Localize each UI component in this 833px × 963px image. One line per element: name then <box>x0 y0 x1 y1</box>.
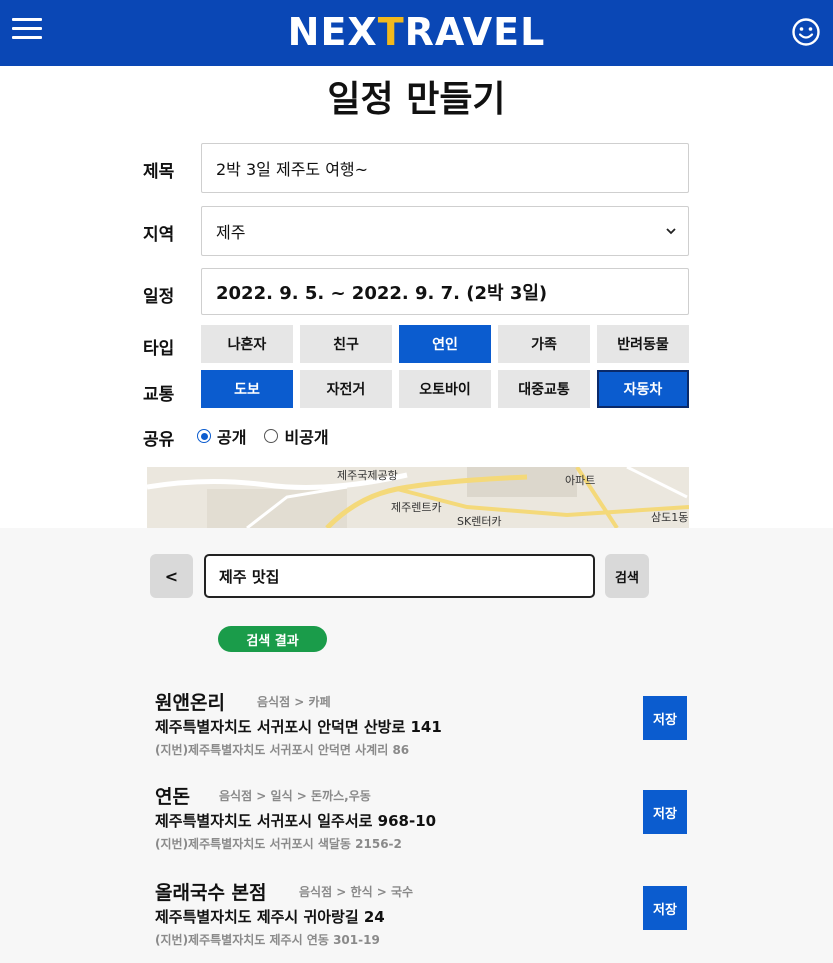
transport-options: 도보 자전거 오토바이 대중교통 자동차 <box>201 370 689 408</box>
share-public-label: 공개 <box>217 428 247 447</box>
result-category: 음식점 > 일식 > 돈까스,우동 <box>219 789 371 803</box>
save-button[interactable]: 저장 <box>643 886 687 930</box>
result-jibun-address: (지번)제주특별자치도 제주시 연동 301-19 <box>155 933 380 947</box>
map-label-airport: 제주국제공항 <box>337 469 398 482</box>
map-label-rentcar: 제주렌트카 <box>391 501 442 514</box>
result-item[interactable]: 연돈 음식점 > 일식 > 돈까스,우동 제주특별자치도 서귀포시 일주서로 9… <box>155 782 695 852</box>
type-option-family[interactable]: 가족 <box>498 325 590 363</box>
map-view[interactable]: 제주국제공항 제주렌트카 SK렌터카 아파트 삼도1동 <box>147 467 689 528</box>
title-input-value: 2박 3일 제주도 여행~ <box>216 160 369 179</box>
share-label: 공유 <box>143 430 175 450</box>
result-category: 음식점 > 한식 > 국수 <box>299 885 414 899</box>
type-option-couple[interactable]: 연인 <box>399 325 491 363</box>
result-address: 제주특별자치도 제주시 귀아랑길 24 <box>155 908 385 926</box>
chevron-down-icon <box>666 228 676 235</box>
schedule-date-value: 2022. 9. 5. ~ 2022. 9. 7. (2박 3일) <box>216 282 548 304</box>
logo-text-accent: T <box>377 10 405 54</box>
share-private-label: 비공개 <box>284 428 329 447</box>
transport-label: 교통 <box>143 385 175 405</box>
place-search-panel: < 검색 검색 결과 원앤온리 음식점 > 카페 제주특별자치도 서귀포시 안덕… <box>0 528 833 963</box>
result-name: 올래국수 본점 <box>155 882 267 904</box>
app-logo[interactable]: NEXTRAVEL <box>0 10 833 54</box>
schedule-date-input[interactable]: 2022. 9. 5. ~ 2022. 9. 7. (2박 3일) <box>201 268 689 315</box>
title-label: 제목 <box>143 162 175 182</box>
title-input[interactable]: 2박 3일 제주도 여행~ <box>201 143 689 193</box>
schedule-label: 일정 <box>143 287 175 307</box>
map-roads <box>147 467 689 528</box>
logo-text-rest: RAVEL <box>404 10 546 54</box>
type-option-solo[interactable]: 나혼자 <box>201 325 293 363</box>
map-label-apartment: 아파트 <box>565 474 596 487</box>
save-button[interactable]: 저장 <box>643 790 687 834</box>
type-option-pet[interactable]: 반려동물 <box>597 325 689 363</box>
search-button[interactable]: 검색 <box>605 554 649 598</box>
search-input[interactable] <box>204 554 595 598</box>
transport-option-bicycle[interactable]: 자전거 <box>300 370 392 408</box>
region-select-value: 제주 <box>216 223 246 242</box>
transport-option-walk[interactable]: 도보 <box>201 370 293 408</box>
app-header: NEXTRAVEL <box>0 0 833 66</box>
map-label-samdo: 삼도1동 <box>651 511 689 524</box>
map-label-sk: SK렌터카 <box>457 515 502 528</box>
result-name: 원앤온리 <box>155 692 225 714</box>
result-jibun-address: (지번)제주특별자치도 서귀포시 안덕면 사계리 86 <box>155 743 410 757</box>
page-title: 일정 만들기 <box>327 79 506 120</box>
region-select[interactable]: 제주 <box>201 206 689 256</box>
transport-option-motorbike[interactable]: 오토바이 <box>399 370 491 408</box>
transport-option-car[interactable]: 자동차 <box>597 370 689 408</box>
result-item[interactable]: 올래국수 본점 음식점 > 한식 > 국수 제주특별자치도 제주시 귀아랑길 2… <box>155 878 695 948</box>
logo-text-main: NEX <box>287 10 378 54</box>
share-options: 공개 비공개 <box>197 424 329 448</box>
result-address: 제주특별자치도 서귀포시 안덕면 산방로 141 <box>155 718 442 736</box>
save-button[interactable]: 저장 <box>643 696 687 740</box>
transport-option-public[interactable]: 대중교통 <box>498 370 590 408</box>
type-option-friend[interactable]: 친구 <box>300 325 392 363</box>
smiley-face-icon[interactable] <box>791 17 821 47</box>
type-options: 나혼자 친구 연인 가족 반려동물 <box>201 325 689 363</box>
result-jibun-address: (지번)제주특별자치도 서귀포시 색달동 2156-2 <box>155 837 402 851</box>
share-public-radio[interactable] <box>197 429 211 443</box>
back-button[interactable]: < <box>150 554 193 598</box>
type-label: 타입 <box>143 339 175 359</box>
search-results-badge: 검색 결과 <box>218 626 327 652</box>
result-category: 음식점 > 카페 <box>257 695 331 709</box>
result-item[interactable]: 원앤온리 음식점 > 카페 제주특별자치도 서귀포시 안덕면 산방로 141 (… <box>155 688 695 758</box>
region-label: 지역 <box>143 225 175 245</box>
result-address: 제주특별자치도 서귀포시 일주서로 968-10 <box>155 812 437 830</box>
share-private-radio[interactable] <box>264 429 279 443</box>
result-name: 연돈 <box>155 786 190 808</box>
